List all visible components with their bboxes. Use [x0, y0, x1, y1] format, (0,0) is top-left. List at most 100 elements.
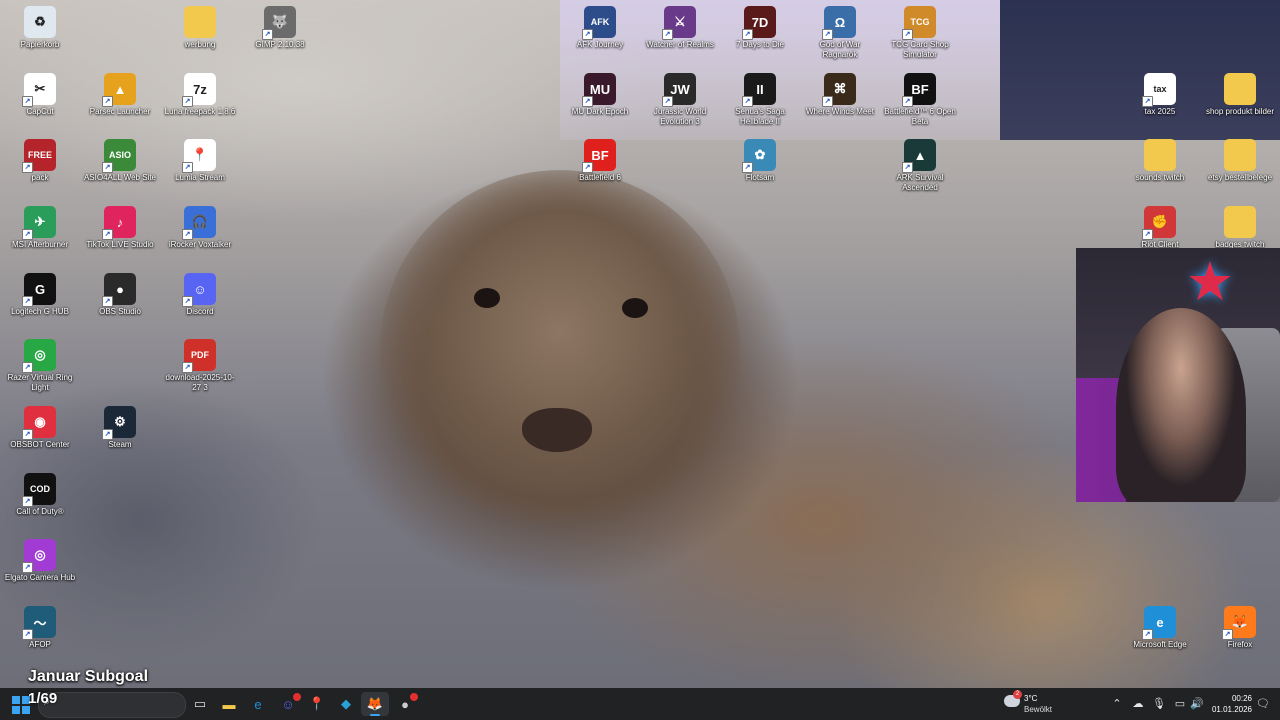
desktop-icon[interactable]: werbung	[160, 2, 240, 50]
desktop-icon-label: Logitech G HUB	[11, 307, 69, 316]
desktop-icon[interactable]: ✊ ↗ Riot Client	[1120, 202, 1200, 250]
taskbar-task-view-button[interactable]: ▭	[186, 692, 214, 716]
desktop-icon[interactable]: ♪ ↗ TikTok LIVE Studio	[80, 202, 160, 250]
desktop-icon[interactable]: G ↗ Logitech G HUB	[0, 269, 80, 317]
desktop-icon[interactable]: 〜 ↗ AFOP	[0, 602, 80, 650]
desktop-icon[interactable]: ✈ ↗ MSI Afterburner	[0, 202, 80, 250]
streamer	[1116, 308, 1246, 502]
pack-icon: FREE ↗	[22, 139, 56, 173]
notification-icon[interactable]: 🗨	[1256, 697, 1270, 711]
folder-icon	[1224, 139, 1256, 171]
desktop-icon-label: Lumia Stream	[175, 173, 225, 182]
desktop-icon[interactable]: ▲ ↗ ARK Survival Ascended	[880, 135, 960, 193]
desktop-icon[interactable]: 7D ↗ 7 Days to Die	[720, 2, 800, 50]
desktop-icon-label: GIMP 2.10.38	[255, 40, 305, 49]
taskbar-obs-studio-button[interactable]: ●	[391, 692, 419, 716]
desktop-icon[interactable]: II ↗ Senua's Saga Hellblade II	[720, 69, 800, 127]
desktop-icon-label: Battlefield 6	[579, 173, 621, 182]
desktop-icon[interactable]: ◉ ↗ OBSBOT Center	[0, 402, 80, 450]
desktop-icon[interactable]: sounds twitch	[1120, 135, 1200, 183]
desktop-icon[interactable]: 🎧 ↗ iRocker Voxtalker	[160, 202, 240, 250]
shortcut-arrow-icon: ↗	[182, 96, 193, 107]
desktop-icon-label: TCG Card Shop Simulator	[891, 40, 949, 59]
taskbar-firefox-button[interactable]: 🦊	[361, 692, 389, 716]
desktop-icon[interactable]: ◎ ↗ Razer Virtual Ring Light	[0, 335, 80, 393]
desktop-icon[interactable]: ⚙ ↗ Steam	[80, 402, 160, 450]
desktop-icon[interactable]: BF ↗ Battlefield™ 6 Open Beta	[880, 69, 960, 127]
ark-icon: ▲ ↗	[902, 139, 936, 173]
chevron-up-icon[interactable]: ⌃	[1110, 697, 1124, 711]
search-input[interactable]	[38, 692, 186, 718]
shortcut-arrow-icon: ↗	[182, 162, 193, 173]
taskbar-lumia-stream-button[interactable]: 📍	[303, 692, 331, 716]
desktop-icon-label: Flotsam	[745, 173, 775, 182]
desktop-icon[interactable]: shop produkt bilder	[1200, 69, 1280, 117]
shortcut-arrow-icon: ↗	[22, 162, 33, 173]
desktop-icon[interactable]: ● ↗ OBS Studio	[80, 269, 160, 317]
star-light-icon: ★	[1185, 252, 1235, 312]
battlefield-icon: BF ↗	[582, 139, 616, 173]
recycle-bin-icon: ♻	[24, 6, 56, 38]
desktop-icon[interactable]: ✂ ↗ CapCut	[0, 69, 80, 117]
desktop-icon[interactable]: e ↗ Microsoft Edge	[1120, 602, 1200, 650]
desktop-icon[interactable]: AFK ↗ AFK Journey	[560, 2, 640, 50]
shortcut-arrow-icon: ↗	[582, 96, 593, 107]
desktop-icon[interactable]: 7z ↗ Luna freepack 1.8.6	[160, 69, 240, 117]
desktop-icon[interactable]: COD ↗ Call of Duty®	[0, 469, 80, 517]
desktop-icon[interactable]: ASIO ↗ ASIO4ALL Web Site	[80, 135, 160, 183]
desktop-icon[interactable]: 🐺 ↗ GIMP 2.10.38	[240, 2, 320, 50]
desktop-icon[interactable]: Ω ↗ God of War Ragnarök	[800, 2, 880, 60]
shortcut-arrow-icon: ↗	[902, 96, 913, 107]
desktop-icon[interactable]: ▲ ↗ Parsec Launcher	[80, 69, 160, 117]
gimp-icon: 🐺 ↗	[262, 6, 296, 40]
taskbar-discord-button[interactable]: ☺	[274, 692, 302, 716]
desktop-icon[interactable]: 📍 ↗ Lumia Stream	[160, 135, 240, 183]
cloud-sync-icon[interactable]: ☁	[1131, 697, 1145, 711]
desktop-icon-label: sounds twitch	[1135, 173, 1185, 182]
shortcut-arrow-icon: ↗	[102, 96, 113, 107]
taskbar-app-blue-button[interactable]: ◆	[332, 692, 360, 716]
weather-description: Bewölkt	[1024, 705, 1053, 714]
desktop-icon[interactable]: JW ↗ Jurassic World Evolution 3	[640, 69, 720, 127]
display-icon[interactable]: ▭	[1173, 697, 1187, 711]
clock[interactable]: 00:26 01.01.2026	[1206, 693, 1252, 715]
shortcut-arrow-icon: ↗	[182, 362, 193, 373]
desktop-icon[interactable]: ⌘ ↗ Where Winds Meet	[800, 69, 880, 117]
shortcut-arrow-icon: ↗	[182, 229, 193, 240]
taskbar-edge-button[interactable]: e	[244, 692, 272, 716]
folder-icon	[1224, 73, 1256, 105]
folder-icon	[1224, 206, 1256, 238]
desktop-icon-label: iRocker Voxtalker	[168, 240, 232, 249]
desktop-icon[interactable]: MU ↗ MU Dark Epoch	[560, 69, 640, 117]
riot-icon: ✊ ↗	[1142, 206, 1176, 240]
obs-icon: ● ↗	[102, 273, 136, 307]
folder-icon	[184, 6, 216, 38]
desktop-icon-label: Microsoft Edge	[1133, 640, 1187, 649]
desktop-icon[interactable]: ◎ ↗ Elgato Camera Hub	[0, 535, 80, 583]
desktop-icon[interactable]: tax ↗ tax 2025	[1120, 69, 1200, 117]
speaker-icon[interactable]: 🔊	[1190, 697, 1204, 711]
desktop-icon[interactable]: FREE ↗ pack	[0, 135, 80, 183]
weather-widget[interactable]: 2 3°C Bewölkt	[1004, 690, 1084, 716]
pdf-icon: PDF ↗	[182, 339, 216, 373]
desktop-icon[interactable]: ⚔ ↗ Watcher of Realms	[640, 2, 720, 50]
shortcut-arrow-icon: ↗	[22, 562, 33, 573]
desktop-icon[interactable]: ✿ ↗ Flotsam	[720, 135, 800, 183]
desktop-icon-label: Papierkorb	[20, 40, 60, 49]
desktop-icon[interactable]: badges twitch	[1200, 202, 1280, 250]
shortcut-arrow-icon: ↗	[22, 296, 33, 307]
desktop-icon[interactable]: ♻ Papierkorb	[0, 2, 80, 50]
shortcut-arrow-icon: ↗	[22, 496, 33, 507]
desktop-icon[interactable]: BF ↗ Battlefield 6	[560, 135, 640, 183]
desktop-icon[interactable]: PDF ↗ download-2025-10-27 3	[160, 335, 240, 393]
desktop-icon[interactable]: ☺ ↗ Discord	[160, 269, 240, 317]
desktop-icon[interactable]: TCG ↗ TCG Card Shop Simulator	[880, 2, 960, 60]
shortcut-arrow-icon: ↗	[822, 96, 833, 107]
taskbar-file-explorer-button[interactable]: ▬	[215, 692, 243, 716]
desktop-icon[interactable]: etsy bestellbelege	[1200, 135, 1280, 183]
desktop-icon[interactable]: 🦊 ↗ Firefox	[1200, 602, 1280, 650]
desktop-icon-label: Discord	[186, 307, 214, 316]
shortcut-arrow-icon: ↗	[1142, 229, 1153, 240]
shortcut-arrow-icon: ↗	[22, 629, 33, 640]
microphone-icon[interactable]: 🎙	[1152, 697, 1166, 711]
